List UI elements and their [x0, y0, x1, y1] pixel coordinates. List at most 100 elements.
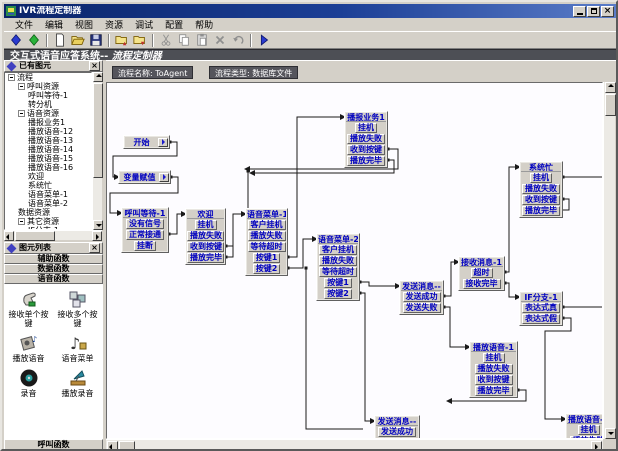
section-call-functions[interactable]: 呼叫函数	[4, 439, 103, 451]
flow-node-if1[interactable]: IF分支-1表达式真表达式假	[519, 291, 563, 326]
tree-item[interactable]: 语音菜单-2	[5, 199, 91, 208]
tree-item[interactable]: 播放语音-13	[5, 136, 91, 145]
flow-node-port[interactable]: 表达式假	[522, 314, 560, 324]
tree-vertical-scrollbar[interactable]	[92, 72, 102, 230]
flow-node-port[interactable]: 播放完毕	[475, 386, 513, 396]
tree-item[interactable]: 语音资源	[5, 109, 91, 118]
flow-node-port[interactable]: 发送成功	[378, 427, 416, 437]
palette-section-3[interactable]: 语音函数	[4, 274, 103, 284]
flow-node-start[interactable]: 开始	[123, 135, 170, 149]
flow-node-port[interactable]: 播放失败	[522, 184, 560, 194]
tree-item[interactable]: 播放语音-15	[5, 154, 91, 163]
flow-node-port[interactable]: 发送失败	[403, 303, 441, 313]
flow-node-port[interactable]: 挂机	[530, 173, 552, 183]
flow-node-port[interactable]: 挂机	[578, 425, 600, 435]
flow-node-port[interactable]: 等待超时	[248, 242, 286, 252]
tree-item[interactable]: 其它资源	[5, 217, 91, 226]
menu-item-2[interactable]: 编辑	[40, 17, 68, 32]
palette-item[interactable]: 录音	[6, 367, 52, 398]
flow-node-port[interactable]: 播放失败	[319, 256, 357, 266]
flow-node-port[interactable]: 等待超时	[319, 267, 357, 277]
canvas-horizontal-scrollbar[interactable]	[106, 439, 603, 451]
flow-node-port[interactable]: 播放失败	[475, 364, 513, 374]
flow-node-port[interactable]: 收到按键	[475, 375, 513, 385]
flow-node-port[interactable]: 接收完毕	[463, 279, 501, 289]
menu-item-6[interactable]: 配置	[160, 17, 188, 32]
flow-node-port[interactable]: 收到按键	[522, 195, 560, 205]
flow-node-port[interactable]: 按键2	[253, 264, 281, 274]
flow-node-port[interactable]: 播放完毕	[347, 156, 385, 166]
close-panel-icon[interactable]: ×	[89, 61, 100, 71]
palette-item[interactable]: ♪语音菜单	[55, 332, 101, 363]
palette-section-2[interactable]: 数据函数	[4, 264, 103, 274]
tree-item[interactable]: 数据资源	[5, 208, 91, 217]
nav-next-button[interactable]	[25, 33, 43, 48]
run-button[interactable]	[255, 33, 273, 48]
flow-node-port[interactable]: 发送成功	[403, 292, 441, 302]
flow-node-menu2[interactable]: 语音菜单-2客户挂机播放失败等待超时按键1按键2	[316, 233, 360, 301]
minimize-button[interactable]	[573, 6, 586, 17]
flow-node-welcome[interactable]: 欢迎挂机播放失败收到按键播放完毕	[185, 208, 226, 265]
menu-item-4[interactable]: 资源	[100, 17, 128, 32]
menu-item-7[interactable]: 帮助	[190, 17, 218, 32]
flow-node-port[interactable]: 挂断	[134, 241, 156, 251]
flow-node-port[interactable]: 播放失败	[248, 231, 286, 241]
tree-collapse-icon[interactable]	[18, 110, 25, 117]
tree-collapse-icon[interactable]	[18, 83, 25, 90]
flow-node-menu1[interactable]: 语音菜单-1客户挂机播放失败等待超时按键1按键2	[245, 208, 288, 276]
palette-item[interactable]: 接收单个按键	[6, 288, 52, 328]
flow-node-play1[interactable]: 播放语音-1挂机播放失败收到按键播放完毕	[469, 341, 518, 398]
tree-item[interactable]: 呼叫等待-1	[5, 91, 91, 100]
tree-collapse-icon[interactable]	[8, 74, 15, 81]
flow-node-port[interactable]: 超时	[471, 268, 493, 278]
save-flow-button[interactable]	[87, 33, 105, 48]
menu-item-1[interactable]: 文件	[10, 17, 38, 32]
tree-item[interactable]: 播放语音-14	[5, 145, 91, 154]
tree-item[interactable]: 语音菜单-1	[5, 190, 91, 199]
flow-node-port[interactable]: 客户挂机	[319, 245, 357, 255]
close-button[interactable]: ×	[601, 6, 614, 17]
tree-item[interactable]: 转分机	[5, 100, 91, 109]
flow-node-port[interactable]: 正常接通	[126, 230, 164, 240]
flow-node-recv1[interactable]: 接收消息-1超时接收完毕	[458, 256, 505, 291]
palette-section-1[interactable]: 辅助函数	[4, 254, 103, 264]
flow-node-send1[interactable]: 发送消息--发送成功发送失败	[399, 280, 444, 315]
tree-item[interactable]: 呼叫资源	[5, 82, 91, 91]
nav-prev-button[interactable]	[7, 33, 25, 48]
flow-node-port[interactable]: 按键2	[324, 289, 352, 299]
open-flow-button[interactable]	[69, 33, 87, 48]
palette-item[interactable]: 接收多个按键	[55, 288, 101, 328]
tree-horizontal-scrollbar[interactable]	[4, 230, 102, 240]
flow-node-send2[interactable]: 发送消息--发送成功发送失败	[374, 415, 420, 439]
node-run-arrow-icon[interactable]	[158, 138, 168, 147]
flow-node-port[interactable]: 挂机	[195, 220, 217, 230]
flow-node-port[interactable]: 收到按键	[187, 242, 224, 252]
export-button[interactable]	[131, 33, 149, 48]
flow-node-play2[interactable]: 播放语音-1挂机播放失败收到按键播放完毕	[565, 413, 603, 439]
flow-node-port[interactable]: 按键1	[253, 253, 281, 263]
close-panel-icon[interactable]: ×	[89, 243, 100, 253]
palette-item[interactable]: 播放录音	[55, 367, 101, 398]
flow-node-port[interactable]: 播放失败	[187, 231, 224, 241]
tree-item[interactable]: 系统忙	[5, 181, 91, 190]
canvas-vertical-scrollbar[interactable]	[603, 82, 615, 439]
flow-node-port[interactable]: 挂机	[483, 353, 505, 363]
tree-item[interactable]: 播放语音-12	[5, 127, 91, 136]
flow-node-port[interactable]: 播放失败	[347, 134, 385, 144]
new-flow-button[interactable]	[51, 33, 69, 48]
flow-node-port[interactable]: 收到按键	[347, 145, 385, 155]
tree-item[interactable]: 播报业务1	[5, 118, 91, 127]
flow-node-port[interactable]: 挂机	[355, 123, 377, 133]
menu-item-3[interactable]: 视图	[70, 17, 98, 32]
import-button[interactable]	[113, 33, 131, 48]
flow-node-busy[interactable]: 系统忙挂机播放失败收到按键播放完毕	[519, 161, 563, 218]
flow-node-port[interactable]: 播放完毕	[522, 206, 560, 216]
restore-button[interactable]	[587, 6, 600, 17]
palette-item[interactable]: ♪播放语音	[6, 332, 52, 363]
flow-node-port[interactable]: 表达式真	[522, 303, 560, 313]
flow-node-assign[interactable]: 变量赋值	[118, 170, 171, 184]
tree-collapse-icon[interactable]	[18, 218, 25, 225]
tree-item[interactable]: 播放语音-16	[5, 163, 91, 172]
flow-node-broadcast[interactable]: 播报业务1挂机播放失败收到按键播放完毕	[344, 111, 388, 168]
menu-item-5[interactable]: 调试	[130, 17, 158, 32]
